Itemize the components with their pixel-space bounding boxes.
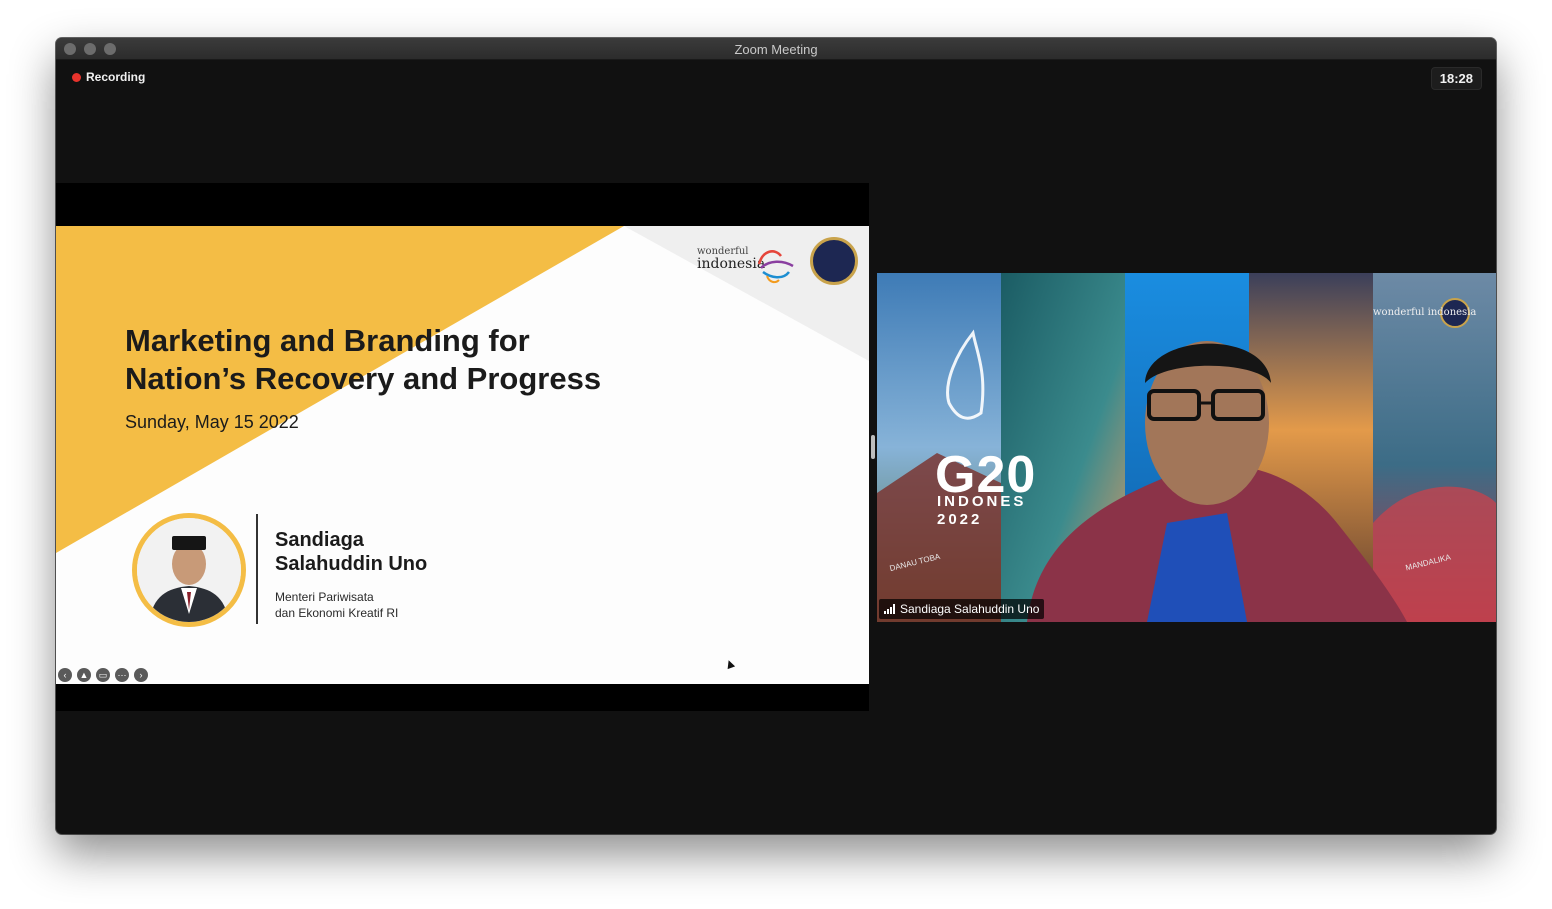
participant-name-tag: Sandiaga Salahuddin Uno: [879, 599, 1045, 619]
captions-icon[interactable]: ▭: [96, 668, 110, 682]
video-background-logo: wonderful indonesia: [1373, 307, 1477, 318]
window-title: Zoom Meeting: [734, 42, 818, 57]
meeting-timer: 18:28: [1430, 67, 1482, 90]
speaker-name-line1: Sandiaga: [275, 529, 364, 551]
speaker-portrait: [132, 513, 246, 627]
connection-signal-icon: [884, 604, 895, 614]
speaker-role-line2: dan Ekonomi Kreatif RI: [275, 606, 399, 620]
title-bar[interactable]: Zoom Meeting: [56, 38, 1496, 60]
slide-date: Sunday, May 15 2022: [125, 412, 299, 432]
g20-year: 2022: [937, 511, 983, 528]
speaker-name-line2: Salahuddin Uno: [275, 553, 428, 575]
g20-subtitle: INDONES 2022: [937, 493, 1026, 529]
record-dot-icon: [72, 72, 81, 82]
next-slide-icon[interactable]: ›: [134, 668, 148, 682]
slide-title: Marketing and Branding for Nation’s Reco…: [125, 322, 601, 398]
ministry-seal-icon: [810, 237, 858, 285]
speaker-role-line1: Menteri Pariwisata: [275, 590, 374, 604]
previous-slide-icon[interactable]: ‹: [58, 668, 72, 682]
speaker-divider: [256, 514, 258, 624]
more-options-icon[interactable]: ⋯: [115, 668, 129, 682]
g20-country: INDONES: [937, 493, 1027, 510]
slide-controls: ‹ ▲ ▭ ⋯ ›: [58, 668, 148, 682]
zoom-window: Zoom Meeting Recording 18:28 wonderful i…: [56, 38, 1496, 834]
screen-share-area: wonderful indonesia Marketing and Brandi…: [56, 183, 869, 711]
recording-label: Recording: [86, 70, 146, 84]
view-splitter-handle[interactable]: [871, 435, 875, 459]
speaker-avatar-icon: [137, 518, 241, 622]
slide-title-line2: Nation’s Recovery and Progress: [125, 361, 602, 396]
speaker-role: Menteri Pariwisata dan Ekonomi Kreatif R…: [275, 589, 398, 621]
speaker-name: Sandiaga Salahuddin Uno: [275, 528, 427, 576]
pen-tool-icon[interactable]: ▲: [77, 668, 91, 682]
logo-swirl-icon: [757, 250, 794, 284]
presentation-slide: wonderful indonesia Marketing and Brandi…: [56, 226, 869, 684]
slide-title-line1: Marketing and Branding for: [125, 323, 530, 358]
recording-indicator[interactable]: Recording: [72, 70, 145, 84]
participant-name: Sandiaga Salahuddin Uno: [900, 602, 1040, 616]
wonderful-indonesia-logo: wonderful indonesia: [697, 242, 802, 286]
participant-video[interactable]: G20 INDONES 2022 DANAU TOBA MANDALIKA wo…: [877, 273, 1496, 622]
